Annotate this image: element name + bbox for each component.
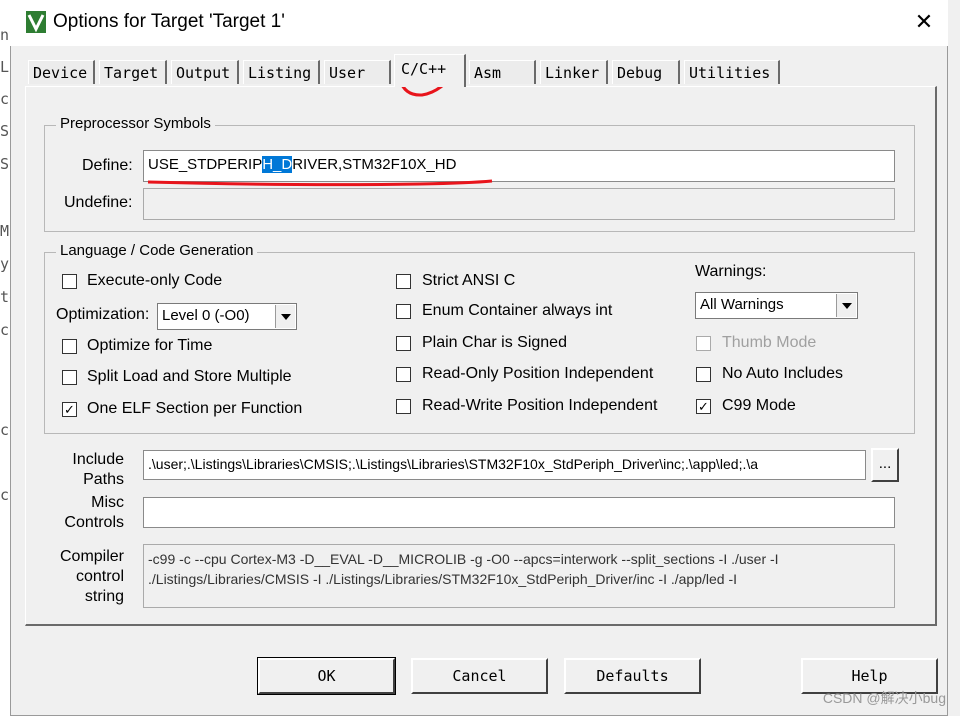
tab-cpp[interactable]: C/C++ bbox=[394, 54, 466, 87]
red-annotation-overlay bbox=[147, 67, 493, 187]
annotation-underline-define bbox=[147, 179, 493, 187]
watermark: CSDN @解决小bug bbox=[822, 690, 946, 706]
